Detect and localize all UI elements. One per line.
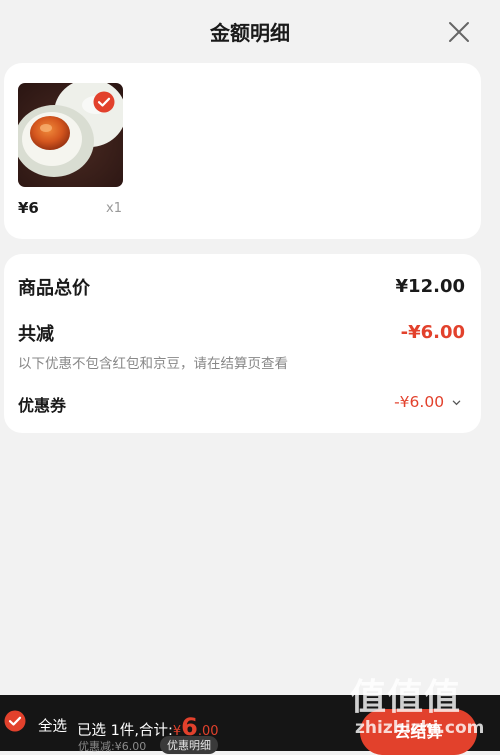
product-card: ¥6 x1	[4, 63, 481, 239]
product-image[interactable]	[18, 83, 123, 187]
reduce-value: -¥6.00	[400, 322, 465, 343]
total-value: ¥12.00	[395, 276, 465, 297]
coupon-label: 优惠券	[18, 396, 67, 415]
select-all-check-icon[interactable]	[4, 710, 26, 732]
coupon-value[interactable]: -¥6.00	[394, 393, 461, 411]
coupon-amount: -¥6.00	[394, 393, 445, 411]
product-price: ¥6	[18, 199, 39, 217]
amount-detail-sheet: 金额明细 ¥6 x1 商品总价 ¥12.00 共减 -¥6.00 以下优惠不包含…	[0, 0, 500, 695]
product-quantity: x1	[106, 201, 122, 216]
discount-note: 以下优惠不包含红包和京豆，请在结算页查看	[18, 356, 288, 372]
select-all-label[interactable]: 全选	[38, 715, 67, 736]
checkout-bar: 全选 已选 1件,合计:¥6.00 优惠减:¥6.00 优惠明细 去结算	[0, 695, 500, 755]
page-title: 金额明细	[210, 21, 290, 45]
check-icon	[93, 91, 115, 113]
total-label: 商品总价	[18, 278, 90, 299]
checkout-button[interactable]: 去结算	[360, 709, 477, 755]
chevron-down-icon	[452, 400, 461, 406]
reduce-label: 共减	[18, 324, 54, 345]
close-icon[interactable]	[445, 18, 473, 46]
discount-summary: 优惠减:¥6.00	[78, 740, 147, 753]
price-summary-card: 商品总价 ¥12.00 共减 -¥6.00 以下优惠不包含红包和京豆，请在结算页…	[4, 254, 481, 433]
selected-count-text: 已选 1件,合计:	[77, 723, 173, 739]
sheet-header: 金额明细	[0, 0, 500, 62]
discount-detail-button[interactable]: 优惠明细	[160, 736, 218, 754]
